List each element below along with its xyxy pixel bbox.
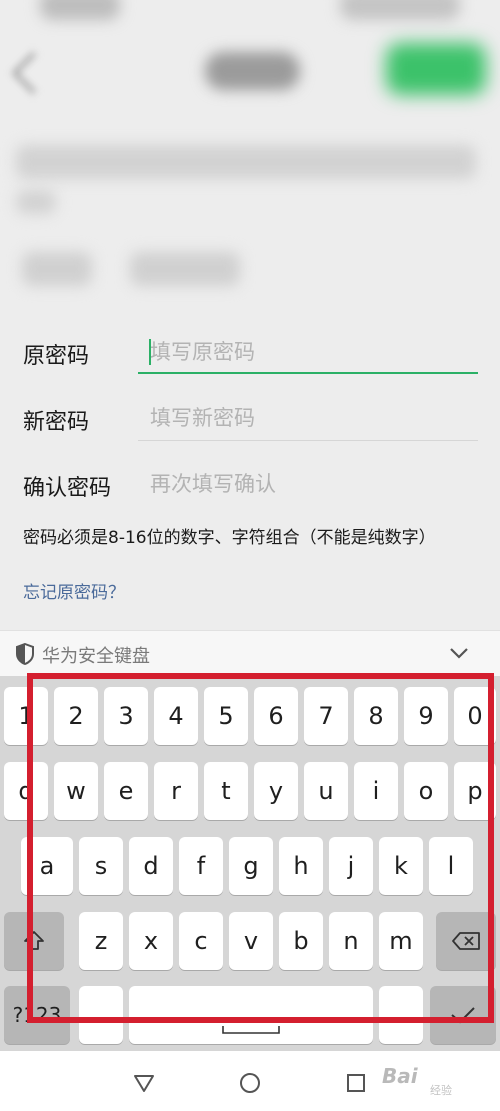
comma-key[interactable] bbox=[79, 986, 123, 1044]
back-triangle-icon[interactable] bbox=[132, 1071, 156, 1095]
watermark-logo: Bai bbox=[382, 1064, 418, 1088]
key-o[interactable]: o bbox=[404, 762, 448, 820]
shield-icon bbox=[16, 643, 34, 665]
symbols-key[interactable]: ?123 bbox=[4, 986, 70, 1044]
recents-square-icon[interactable] bbox=[344, 1071, 368, 1095]
secure-keyboard: 1 2 3 4 5 6 7 8 9 0 q w e r t y u i o p … bbox=[0, 676, 500, 1051]
key-v[interactable]: v bbox=[229, 912, 273, 970]
key-0[interactable]: 0 bbox=[454, 687, 496, 745]
key-w[interactable]: w bbox=[54, 762, 98, 820]
space-key[interactable] bbox=[129, 986, 373, 1044]
account-value-blurred bbox=[130, 252, 240, 286]
key-x[interactable]: x bbox=[129, 912, 173, 970]
key-u[interactable]: u bbox=[304, 762, 348, 820]
confirm-key[interactable] bbox=[430, 986, 496, 1044]
keyboard-header: 华为安全键盘 bbox=[0, 630, 500, 677]
key-b[interactable]: b bbox=[279, 912, 323, 970]
status-bar-blur bbox=[40, 0, 120, 20]
key-5[interactable]: 5 bbox=[204, 687, 248, 745]
new-password-row: 新密码 bbox=[0, 386, 500, 452]
key-2[interactable]: 2 bbox=[54, 687, 98, 745]
chevron-down-icon[interactable] bbox=[448, 645, 470, 661]
shift-icon bbox=[24, 931, 44, 950]
key-g[interactable]: g bbox=[229, 837, 273, 895]
forgot-password-link[interactable]: 忘记原密码？ bbox=[23, 578, 125, 603]
back-arrow-icon[interactable] bbox=[11, 51, 55, 95]
key-s[interactable]: s bbox=[79, 837, 123, 895]
key-y[interactable]: y bbox=[254, 762, 298, 820]
new-password-input[interactable] bbox=[138, 398, 478, 438]
key-a[interactable]: a bbox=[21, 837, 73, 895]
watermark-subtext: 经验 bbox=[430, 1084, 452, 1097]
done-button-blurred[interactable] bbox=[386, 43, 486, 95]
blurred-header-region bbox=[0, 0, 500, 305]
password-rule-hint: 密码必须是8-16位的数字、字符组合（不能是纯数字） bbox=[23, 528, 436, 548]
key-e[interactable]: e bbox=[104, 762, 148, 820]
space-bar-icon bbox=[222, 1026, 280, 1034]
account-label-blurred bbox=[22, 252, 92, 286]
key-d[interactable]: d bbox=[129, 837, 173, 895]
description-blurred-line2 bbox=[16, 190, 56, 214]
key-n[interactable]: n bbox=[329, 912, 373, 970]
key-f[interactable]: f bbox=[179, 837, 223, 895]
key-z[interactable]: z bbox=[79, 912, 123, 970]
old-password-underline bbox=[138, 372, 478, 374]
key-9[interactable]: 9 bbox=[404, 687, 448, 745]
key-l[interactable]: l bbox=[429, 837, 473, 895]
backspace-icon bbox=[452, 932, 480, 950]
home-circle-icon[interactable] bbox=[238, 1071, 262, 1095]
page-title-blurred bbox=[205, 52, 300, 90]
key-k[interactable]: k bbox=[379, 837, 423, 895]
key-c[interactable]: c bbox=[179, 912, 223, 970]
key-j[interactable]: j bbox=[329, 837, 373, 895]
key-6[interactable]: 6 bbox=[254, 687, 298, 745]
key-p[interactable]: p bbox=[454, 762, 496, 820]
key-3[interactable]: 3 bbox=[104, 687, 148, 745]
period-key[interactable] bbox=[379, 986, 423, 1044]
key-8[interactable]: 8 bbox=[354, 687, 398, 745]
key-h[interactable]: h bbox=[279, 837, 323, 895]
checkmark-icon bbox=[451, 1007, 475, 1024]
confirm-password-label: 确认密码 bbox=[23, 476, 112, 501]
text-caret bbox=[149, 339, 151, 365]
new-password-underline bbox=[138, 440, 478, 441]
status-bar-blur-right bbox=[340, 0, 460, 20]
key-q[interactable]: q bbox=[4, 762, 48, 820]
key-i[interactable]: i bbox=[354, 762, 398, 820]
shift-key[interactable] bbox=[4, 912, 64, 970]
key-4[interactable]: 4 bbox=[154, 687, 198, 745]
description-blurred bbox=[16, 145, 476, 179]
confirm-password-row: 确认密码 bbox=[0, 452, 500, 518]
system-nav-bar: Bai 经验 bbox=[0, 1051, 500, 1111]
key-1[interactable]: 1 bbox=[4, 687, 48, 745]
backspace-key[interactable] bbox=[436, 912, 496, 970]
key-7[interactable]: 7 bbox=[304, 687, 348, 745]
new-password-label: 新密码 bbox=[23, 410, 90, 435]
key-m[interactable]: m bbox=[379, 912, 423, 970]
key-t[interactable]: t bbox=[204, 762, 248, 820]
key-r[interactable]: r bbox=[154, 762, 198, 820]
old-password-input[interactable] bbox=[138, 332, 478, 372]
old-password-label: 原密码 bbox=[23, 344, 90, 369]
confirm-password-input[interactable] bbox=[138, 464, 478, 504]
keyboard-title: 华为安全键盘 bbox=[42, 646, 150, 667]
old-password-row: 原密码 bbox=[0, 318, 500, 384]
